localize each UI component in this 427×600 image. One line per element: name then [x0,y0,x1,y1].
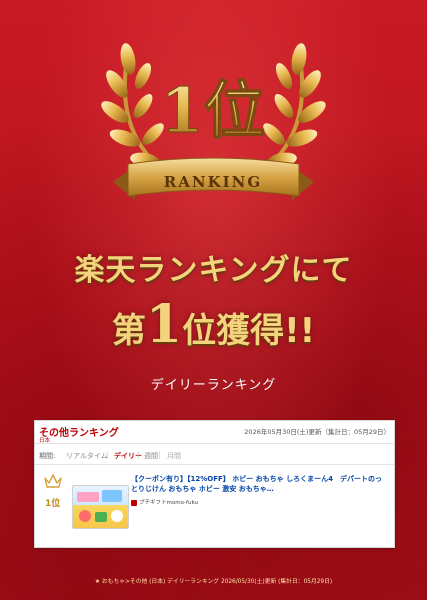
card-header: その他ランキング 2026年05月30日(土)更新（集計日：05月29日） 日本 [35,421,394,444]
headline-prefix: 第 [111,311,146,351]
headline-line1: 楽天ランキングにて [74,253,353,288]
tab-realtime[interactable]: リアルタイム [66,451,108,461]
tab-separator: | [106,451,109,459]
subtitle: デイリーランキング [150,378,277,393]
tab-monthly: 月間 [167,452,181,460]
headline-suffix: 位獲得!! [182,311,316,351]
crown-icon [44,474,62,488]
period-label: 期間: [39,452,56,460]
headline-number: 1 [145,294,183,355]
headline-line2: 第1位獲得!! [0,299,427,352]
shop-icon [131,499,137,506]
product-image[interactable] [72,485,129,529]
tab-separator: | [158,451,161,459]
ranking-badge: 1位 RANKING [73,14,354,214]
ranking-card: その他ランキング 2026年05月30日(土)更新（集計日：05月29日） 日本… [34,420,395,548]
product-title-link[interactable]: 【クーポン有り】【12%OFF】 ホビー おもちゃ しろくまーん4 デパートのっ… [131,474,387,494]
badge-ribbon-text: RANKING [164,173,262,191]
laurel-right-icon [257,43,326,176]
tab-weekly[interactable]: 週間 [144,451,158,461]
rank-number: 1位 [45,499,61,509]
shop-name-text: プチギフトmomo-fuku [139,500,198,506]
region-text: 日本 [39,438,51,444]
period-tabs: 期間: リアルタイム | デイリー | 週間 | 月間 [35,444,394,465]
laurel-left-icon [101,43,170,176]
badge-rank-text: 1位 [160,74,265,147]
footer-caption: ★ おもちゃ>その他 (日本) デイリーランキング 2026/05/30(土)更… [94,579,333,585]
updated-text: 2026年05月30日(土)更新（集計日：05月29日） [244,428,390,436]
shop-name[interactable]: プチギフトmomo-fuku [131,498,198,506]
card-title[interactable]: その他ランキング [39,424,119,439]
tab-separator: | [137,451,140,459]
